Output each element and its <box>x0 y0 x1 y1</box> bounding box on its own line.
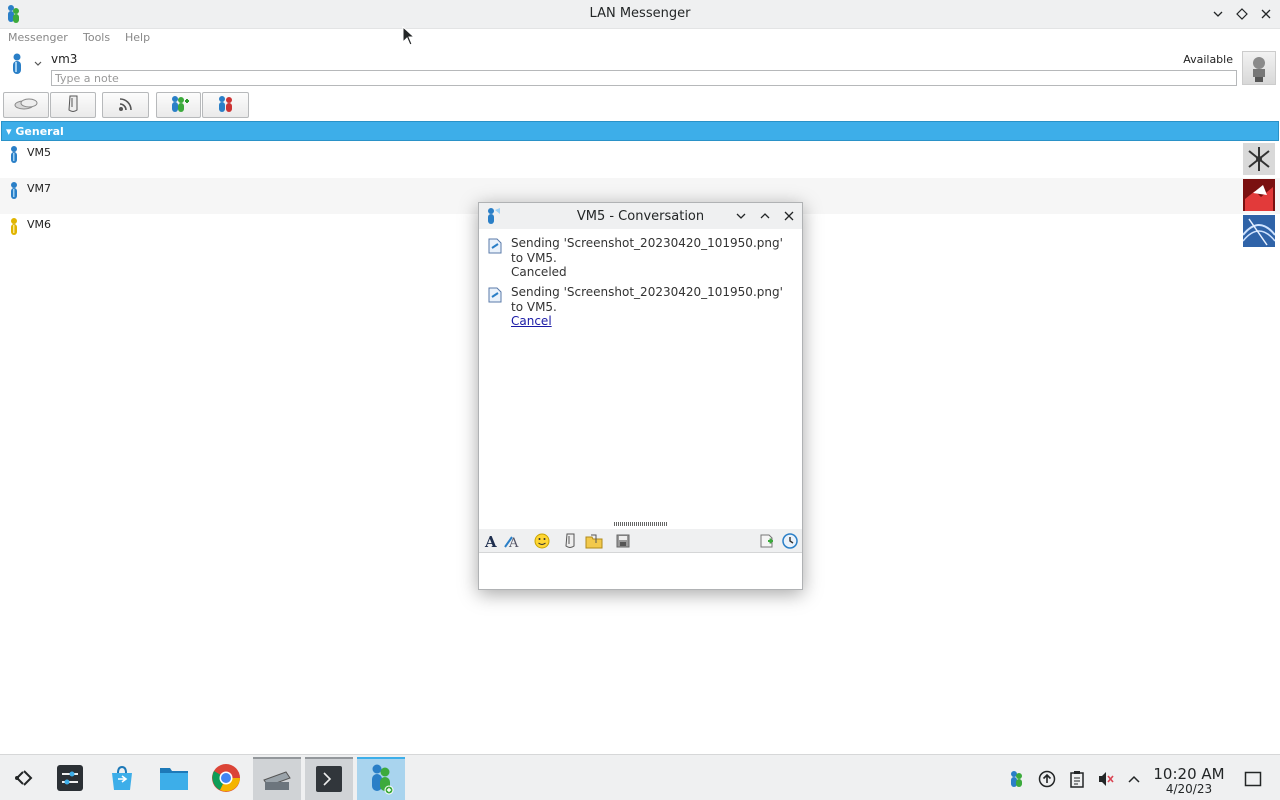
splitter-handle[interactable] <box>614 522 668 526</box>
contact-status-icon <box>8 217 20 240</box>
lan-messenger-taskbar-button[interactable] <box>357 757 405 800</box>
user-panel: vm3 Available <box>0 49 1280 91</box>
message-text: Sending 'Screenshot_20230420_101950.png'… <box>511 236 783 265</box>
conversation-title: VM5 - Conversation <box>576 209 705 224</box>
contact-name: VM6 <box>27 218 52 231</box>
lan-messenger-tray-icon[interactable] <box>1006 769 1026 789</box>
svg-text:A: A <box>484 533 497 549</box>
close-button[interactable] <box>1257 5 1275 23</box>
maximize-button[interactable] <box>1233 5 1251 23</box>
send-file-button[interactable] <box>50 92 96 118</box>
scanner-button[interactable] <box>253 757 301 800</box>
file-icon <box>488 287 502 306</box>
contact-name: VM5 <box>27 146 52 159</box>
discover-store-icon <box>108 764 136 795</box>
contact-status-icon <box>8 145 20 168</box>
toolbar <box>0 92 1280 120</box>
lan-messenger-icon <box>367 763 395 798</box>
clock-date[interactable]: 4/20/23 <box>1150 782 1228 796</box>
save-icon[interactable] <box>614 532 632 550</box>
user-name: vm3 <box>51 52 78 66</box>
chrome-icon <box>211 763 241 796</box>
network-contacts-button[interactable] <box>202 92 249 118</box>
clock-time[interactable]: 10:20 AM <box>1150 765 1228 783</box>
conversation-title-bar: VM5 - Conversation <box>479 203 802 229</box>
discover-store-button[interactable] <box>98 757 146 800</box>
message-compose-input[interactable] <box>479 554 802 589</box>
message-status: Canceled <box>511 265 567 279</box>
scanner-icon <box>262 766 292 795</box>
smiley-icon[interactable] <box>533 532 551 550</box>
contact-avatar <box>1243 179 1275 211</box>
conversation-window: VM5 - Conversation Sending 'Screenshot_2… <box>478 202 803 590</box>
contact-status-icon <box>8 181 20 204</box>
terminal-button[interactable] <box>305 757 353 800</box>
chrome-button[interactable] <box>202 757 250 800</box>
chevron-down-icon[interactable] <box>33 57 43 71</box>
message-text: Sending 'Screenshot_20230420_101950.png'… <box>511 285 783 314</box>
add-contact-icon <box>168 95 190 116</box>
window-title: LAN Messenger <box>589 6 691 21</box>
broadcast-button[interactable] <box>102 92 149 118</box>
file-transfer-icon <box>66 95 80 116</box>
app-launcher-button[interactable] <box>0 757 48 800</box>
chat-bubble-icon <box>14 97 38 114</box>
font-icon[interactable]: A <box>482 532 500 550</box>
avatar[interactable] <box>1242 51 1276 85</box>
chevron-up-icon[interactable] <box>1124 769 1144 789</box>
status-label: Available <box>1183 53 1233 66</box>
file-manager-button[interactable] <box>150 757 198 800</box>
file-manager-icon <box>159 765 189 794</box>
note-input[interactable] <box>51 70 1237 86</box>
menu-bar: Messenger Tools Help <box>0 29 1280 49</box>
menu-help[interactable]: Help <box>125 31 150 44</box>
menu-messenger[interactable]: Messenger <box>8 31 68 44</box>
cancel-link[interactable]: Cancel <box>511 314 552 328</box>
settings-icon <box>56 764 84 795</box>
updates-icon[interactable] <box>1037 769 1057 789</box>
conversation-minimize-button[interactable] <box>733 207 749 225</box>
settings-button[interactable] <box>46 757 94 800</box>
broadcast-icon <box>118 96 134 115</box>
contact-avatar <box>1242 215 1276 247</box>
volume-muted-icon[interactable] <box>1096 769 1116 789</box>
conversation-toolbar: A A <box>479 529 802 553</box>
mouse-cursor-icon <box>402 25 416 49</box>
title-bar: LAN Messenger <box>0 0 1280 29</box>
group-name: General <box>15 125 64 138</box>
clipboard-icon[interactable] <box>1067 769 1087 789</box>
history-icon[interactable] <box>781 532 799 550</box>
message-log: Sending 'Screenshot_20230420_101950.png'… <box>479 229 802 521</box>
new-document-icon[interactable] <box>758 532 776 550</box>
app-launcher-icon <box>11 765 37 794</box>
minimize-button[interactable] <box>1209 5 1227 23</box>
menu-tools[interactable]: Tools <box>83 31 110 44</box>
collapse-arrow-icon: ▾ <box>6 125 12 138</box>
attach-file-icon[interactable] <box>561 532 579 550</box>
status-icon[interactable] <box>10 53 24 78</box>
show-desktop-icon[interactable] <box>1243 769 1263 789</box>
add-contact-button[interactable] <box>156 92 201 118</box>
network-contacts-icon <box>217 95 235 116</box>
taskbar: 10:20 AM 4/20/23 <box>0 754 1280 800</box>
conversation-maximize-button[interactable] <box>757 207 773 225</box>
contact-avatar <box>1243 143 1275 175</box>
chat-button[interactable] <box>3 92 49 118</box>
conversation-close-button[interactable] <box>781 207 797 225</box>
attach-folder-icon[interactable] <box>585 532 603 550</box>
contact-item-vm5[interactable]: VM5 <box>0 142 1280 178</box>
svg-text:A: A <box>508 536 519 549</box>
contact-name: VM7 <box>27 182 52 195</box>
font-color-icon[interactable]: A <box>504 532 522 550</box>
group-header-general[interactable]: ▾ General <box>1 121 1279 141</box>
file-icon <box>488 238 502 257</box>
terminal-icon <box>315 765 343 796</box>
